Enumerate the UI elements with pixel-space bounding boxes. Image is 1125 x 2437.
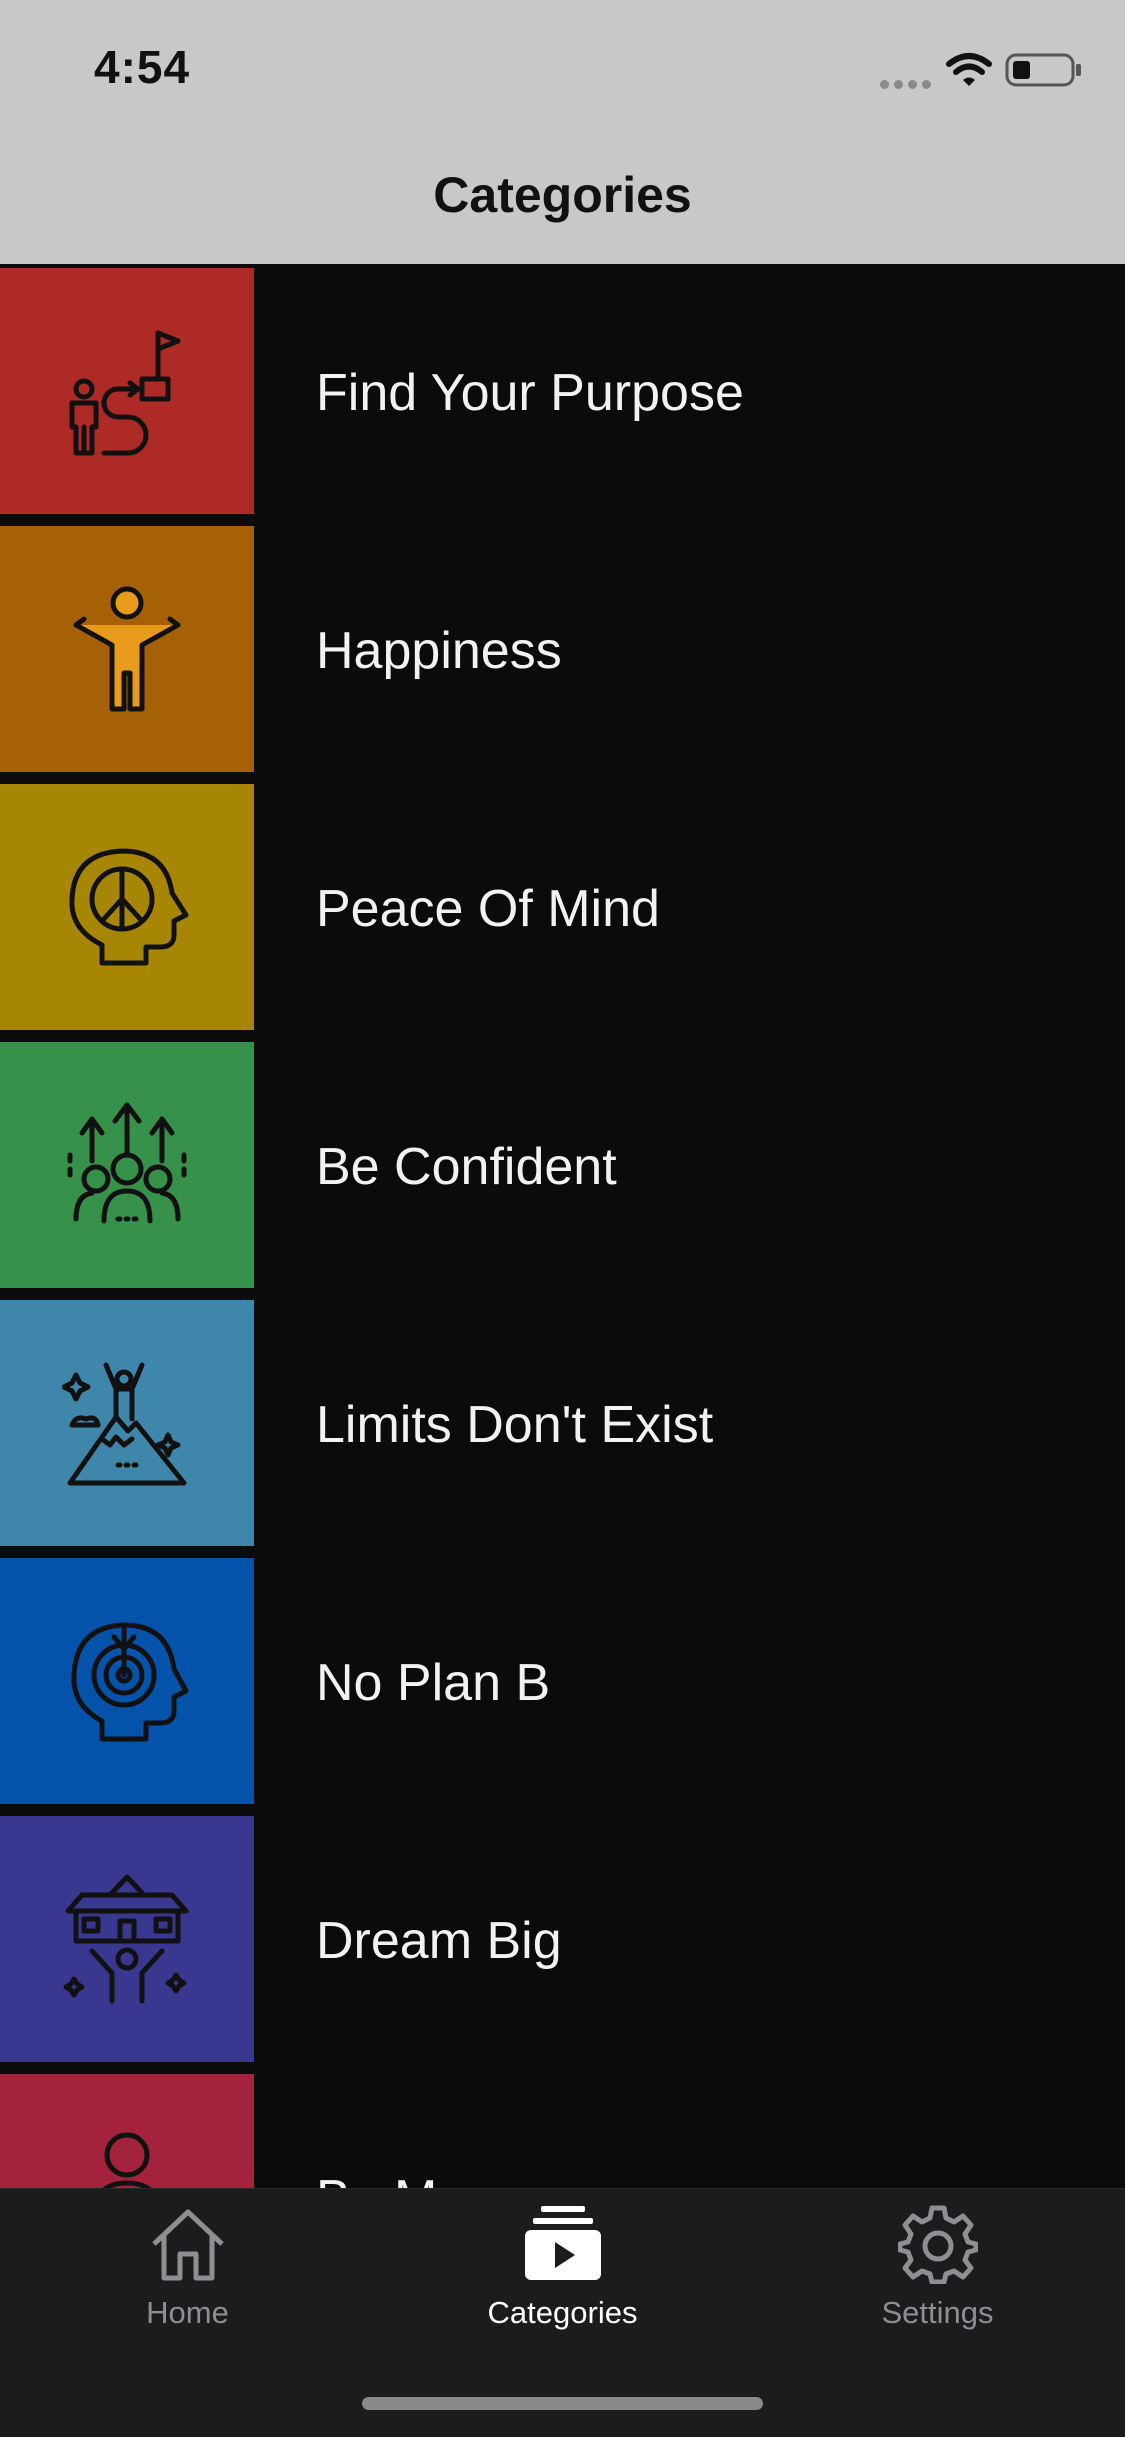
category-row-peace-of-mind[interactable]: Peace Of Mind xyxy=(0,780,1125,1030)
category-label: No Plan B xyxy=(316,1654,551,1712)
category-tile xyxy=(0,2074,254,2188)
battery-icon xyxy=(1005,53,1081,87)
mountain-summit-icon xyxy=(62,1362,187,1486)
target-head-icon xyxy=(71,1622,189,1742)
category-tile xyxy=(0,1042,254,1288)
category-tile xyxy=(0,1300,254,1546)
tab-label: Categories xyxy=(487,2295,638,2330)
peace-head-icon xyxy=(69,848,189,966)
category-row-partial[interactable]: Be M xyxy=(0,2070,1125,2188)
purpose-path-icon xyxy=(69,330,181,456)
wifi-icon xyxy=(946,53,992,86)
category-tile xyxy=(0,1816,254,2062)
happy-person-icon xyxy=(73,586,181,712)
tab-label: Home xyxy=(146,2295,229,2330)
category-label: Be Confident xyxy=(316,1138,617,1196)
category-label: Be M xyxy=(316,2070,437,2188)
tab-categories[interactable]: Categories xyxy=(375,2189,750,2369)
person-icon xyxy=(102,2132,152,2188)
category-row-no-plan-b[interactable]: No Plan B xyxy=(0,1554,1125,1804)
category-label: Happiness xyxy=(316,622,562,680)
confident-people-icon xyxy=(67,1102,187,1224)
status-time: 4:54 xyxy=(94,41,191,93)
category-list[interactable]: Find Your Purpose Happiness Peace Of Min… xyxy=(0,264,1125,2188)
signal-dots-icon xyxy=(880,76,936,94)
category-row-find-your-purpose[interactable]: Find Your Purpose xyxy=(0,264,1125,514)
home-indicator xyxy=(362,2397,763,2410)
category-label: Limits Don't Exist xyxy=(316,1396,714,1454)
category-row-be-confident[interactable]: Be Confident xyxy=(0,1038,1125,1288)
category-row-limits-dont-exist[interactable]: Limits Don't Exist xyxy=(0,1296,1125,1546)
category-tile xyxy=(0,784,254,1030)
category-row-happiness[interactable]: Happiness xyxy=(0,522,1125,772)
home-icon xyxy=(151,2209,224,2281)
tab-settings[interactable]: Settings xyxy=(750,2189,1125,2369)
navigation-bar: Categories xyxy=(0,132,1125,264)
page-title: Categories xyxy=(433,167,692,223)
category-tile xyxy=(0,1558,254,1804)
categories-play-icon xyxy=(524,2206,601,2280)
category-tile xyxy=(0,268,254,514)
category-tile xyxy=(0,526,254,772)
category-label: Peace Of Mind xyxy=(316,880,660,938)
status-bar: 4:54 xyxy=(0,0,1125,132)
gear-icon xyxy=(897,2205,978,2285)
category-label: Dream Big xyxy=(316,1912,562,1970)
tab-label: Settings xyxy=(881,2295,994,2330)
tab-home[interactable]: Home xyxy=(0,2189,375,2369)
category-label: Find Your Purpose xyxy=(316,364,744,422)
category-row-dream-big[interactable]: Dream Big xyxy=(0,1812,1125,2062)
dream-house-icon xyxy=(63,1874,189,2004)
